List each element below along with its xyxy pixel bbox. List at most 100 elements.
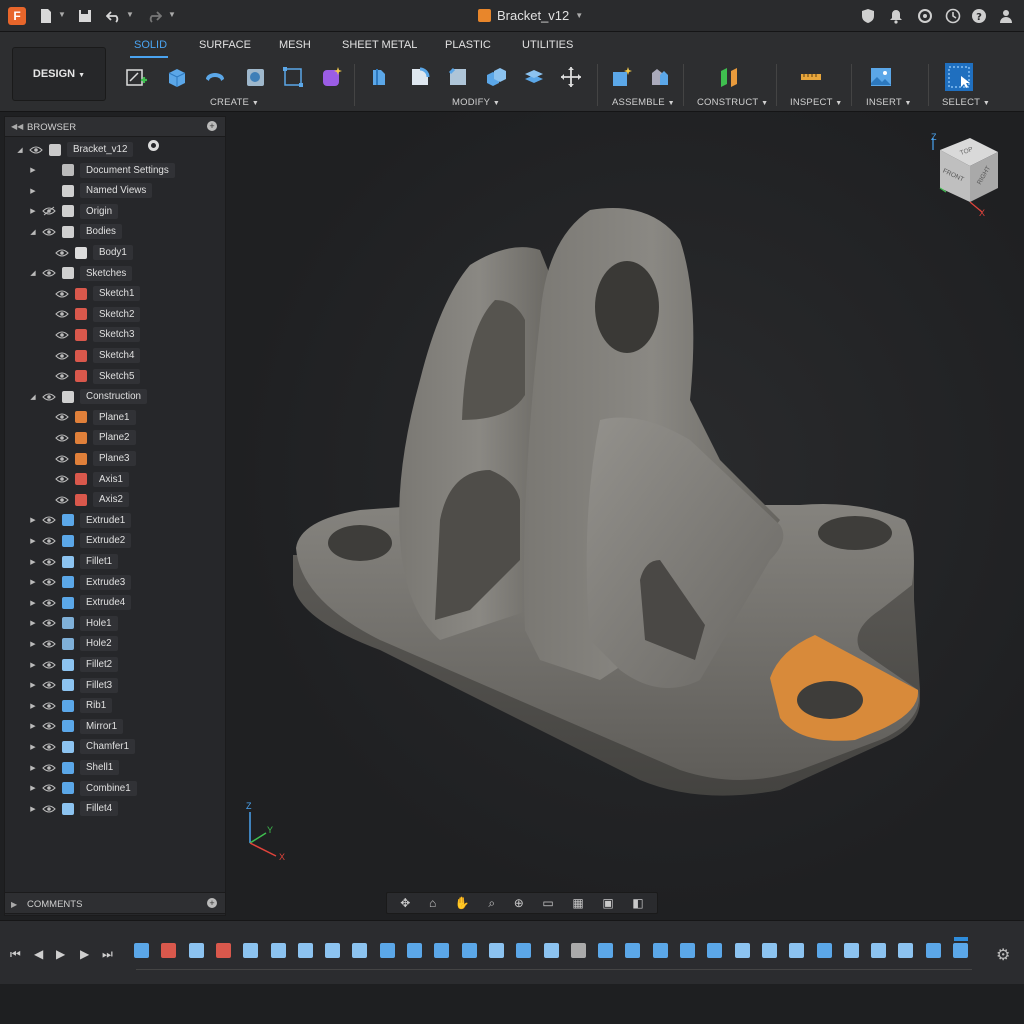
eye-icon[interactable] bbox=[42, 557, 56, 567]
timeline-play-icon[interactable]: ▶ bbox=[56, 947, 65, 961]
browser-node-fillet2[interactable]: ▶ Fillet2 bbox=[28, 656, 119, 673]
tab-plastic[interactable]: PLASTIC bbox=[445, 39, 491, 51]
hole-icon[interactable] bbox=[243, 65, 267, 89]
timeline-feature-icon[interactable] bbox=[789, 943, 805, 958]
tab-sheet-metal[interactable]: SHEET METAL bbox=[342, 39, 417, 51]
browser-node-plane3[interactable]: Plane3 bbox=[41, 450, 136, 467]
expand-arrow-icon[interactable]: ▶ bbox=[28, 207, 38, 215]
eye-icon[interactable] bbox=[42, 660, 56, 670]
timeline-feature-icon[interactable] bbox=[543, 943, 559, 958]
eye-icon[interactable] bbox=[55, 371, 69, 381]
timeline-feature-icon[interactable] bbox=[898, 943, 914, 958]
fillet-icon[interactable] bbox=[408, 65, 432, 89]
expand-arrow-icon[interactable]: ▶ bbox=[28, 722, 38, 730]
browser-node-mirror1[interactable]: ▶ Mirror1 bbox=[28, 718, 124, 735]
browser-node-extrude4[interactable]: ▶ Extrude4 bbox=[28, 594, 132, 611]
comments-panel[interactable]: ▶ COMMENTS + bbox=[4, 892, 226, 914]
browser-node-plane1[interactable]: Plane1 bbox=[41, 409, 136, 426]
timeline-marker[interactable] bbox=[954, 937, 968, 941]
eye-icon[interactable] bbox=[55, 289, 69, 299]
browser-node-extrude3[interactable]: ▶ Extrude3 bbox=[28, 574, 132, 591]
timeline-feature-icon[interactable] bbox=[843, 943, 859, 958]
redo-caret[interactable]: ▼ bbox=[168, 10, 176, 19]
timeline-feature-icon[interactable] bbox=[134, 943, 149, 958]
expand-arrow-icon[interactable]: ▶ bbox=[28, 166, 38, 174]
tab-mesh[interactable]: MESH bbox=[279, 39, 311, 51]
shield-icon[interactable] bbox=[860, 8, 876, 24]
zoom-window-icon[interactable]: ⊕ bbox=[514, 896, 524, 910]
expand-arrow-icon[interactable]: ◢ bbox=[28, 269, 38, 277]
group-assemble[interactable]: ASSEMBLE ▼ bbox=[612, 97, 675, 108]
document-title-caret[interactable]: ▼ bbox=[575, 11, 583, 20]
timeline-end-icon[interactable]: ⏭ bbox=[102, 947, 113, 962]
eye-icon[interactable] bbox=[42, 515, 56, 525]
press-pull-icon[interactable] bbox=[367, 65, 391, 89]
group-construct[interactable]: CONSTRUCT ▼ bbox=[697, 97, 768, 108]
collapse-browser-icon[interactable]: ◀◀ bbox=[11, 122, 23, 131]
combine-icon[interactable] bbox=[484, 65, 508, 89]
timeline-start-icon[interactable]: ⏮ bbox=[10, 947, 21, 962]
browser-node-axis1[interactable]: Axis1 bbox=[41, 471, 129, 488]
timeline-feature-icon[interactable] bbox=[598, 943, 614, 958]
select-tool-icon[interactable] bbox=[944, 62, 974, 92]
zoom-icon[interactable]: ⌕ bbox=[488, 896, 495, 911]
browser-node-extrude1[interactable]: ▶ Extrude1 bbox=[28, 512, 132, 529]
create-sketch-icon[interactable] bbox=[124, 65, 148, 89]
app-logo[interactable]: F bbox=[8, 7, 26, 25]
timeline-feature-icon[interactable] bbox=[434, 943, 450, 958]
expand-arrow-icon[interactable]: ▶ bbox=[28, 537, 38, 545]
browser-node-sketch5[interactable]: Sketch5 bbox=[41, 368, 141, 385]
timeline-next-icon[interactable]: ▶ bbox=[80, 947, 89, 961]
eye-icon[interactable] bbox=[42, 598, 56, 608]
profile-icon[interactable] bbox=[998, 8, 1014, 24]
move-copy-icon[interactable] bbox=[559, 65, 583, 89]
expand-arrow-icon[interactable]: ▶ bbox=[28, 516, 38, 524]
eye-icon[interactable] bbox=[55, 330, 69, 340]
eye-icon[interactable] bbox=[42, 701, 56, 711]
browser-node-extrude2[interactable]: ▶ Extrude2 bbox=[28, 532, 132, 549]
eye-icon[interactable] bbox=[42, 742, 56, 752]
timeline-feature-icon[interactable] bbox=[407, 943, 422, 958]
expand-arrow-icon[interactable]: ◢ bbox=[28, 393, 38, 401]
browser-node-construction[interactable]: ◢ Construction bbox=[28, 388, 147, 405]
orbit-icon[interactable]: ✥ bbox=[400, 896, 410, 910]
comments-collapse-icon[interactable]: ▶ bbox=[11, 900, 17, 909]
document-title[interactable]: Bracket_v12 ▼ bbox=[478, 8, 583, 23]
timeline-feature-icon[interactable] bbox=[953, 943, 968, 958]
undo-caret[interactable]: ▼ bbox=[126, 10, 134, 19]
timeline-feature-icon[interactable] bbox=[379, 943, 395, 958]
timeline-feature-icon[interactable] bbox=[707, 943, 723, 958]
eye-icon[interactable] bbox=[55, 309, 69, 319]
add-comment-icon[interactable]: + bbox=[207, 898, 217, 908]
timeline-feature-icon[interactable] bbox=[925, 943, 941, 958]
browser-node-fillet3[interactable]: ▶ Fillet3 bbox=[28, 677, 119, 694]
clock-icon[interactable] bbox=[945, 8, 961, 24]
timeline-feature-icon[interactable] bbox=[625, 943, 641, 958]
timeline-feature-icon[interactable] bbox=[871, 943, 887, 958]
eye-icon[interactable] bbox=[42, 804, 56, 814]
group-modify[interactable]: MODIFY ▼ bbox=[452, 97, 500, 108]
browser-node-hole1[interactable]: ▶ Hole1 bbox=[28, 615, 118, 632]
expand-arrow-icon[interactable]: ▶ bbox=[28, 805, 38, 813]
sync-icon[interactable] bbox=[917, 8, 933, 24]
expand-arrow-icon[interactable]: ▶ bbox=[28, 764, 38, 772]
timeline-feature-icon[interactable] bbox=[161, 943, 177, 958]
browser-node-axis2[interactable]: Axis2 bbox=[41, 491, 129, 508]
timeline-feature-icon[interactable] bbox=[215, 943, 231, 958]
form-icon[interactable] bbox=[320, 65, 344, 89]
insert-image-icon[interactable] bbox=[869, 65, 893, 89]
expand-browser-icon[interactable]: + bbox=[207, 121, 217, 131]
expand-arrow-icon[interactable]: ◢ bbox=[28, 228, 38, 236]
timeline-feature-icon[interactable] bbox=[325, 943, 341, 958]
eye-icon[interactable] bbox=[42, 618, 56, 628]
browser-node-combine1[interactable]: ▶ Combine1 bbox=[28, 780, 137, 797]
chamfer-icon[interactable] bbox=[446, 65, 470, 89]
timeline-feature-icon[interactable] bbox=[761, 943, 777, 958]
browser-node-sketch2[interactable]: Sketch2 bbox=[41, 306, 141, 323]
tab-solid[interactable]: SOLID bbox=[134, 39, 167, 51]
expand-arrow-icon[interactable]: ▶ bbox=[28, 743, 38, 751]
browser-node-bodies[interactable]: ◢ Bodies bbox=[28, 223, 122, 240]
timeline-feature-icon[interactable] bbox=[297, 943, 313, 958]
eye-icon[interactable] bbox=[55, 454, 69, 464]
browser-node-origin[interactable]: ▶ Origin bbox=[28, 203, 119, 220]
